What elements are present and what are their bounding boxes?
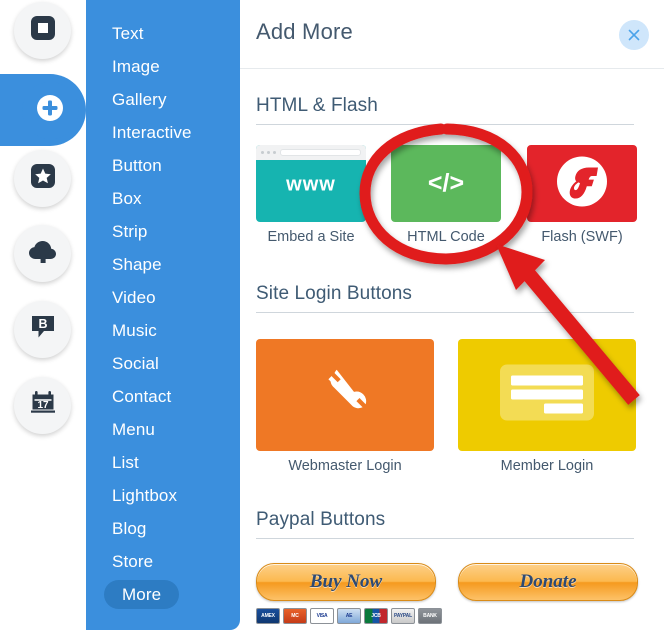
sidebar-item-store[interactable]: Store — [86, 545, 240, 578]
pages-icon — [28, 13, 58, 48]
header-divider — [240, 68, 664, 69]
section-divider — [256, 538, 634, 539]
rail-button-favorites[interactable] — [14, 150, 71, 207]
card-thumbnail — [458, 339, 636, 451]
sidebar-item-label: Shape — [112, 254, 162, 274]
sidebar-item-strip[interactable]: Strip — [86, 215, 240, 248]
sidebar-item-gallery[interactable]: Gallery — [86, 83, 240, 116]
flash-icon — [555, 154, 609, 213]
sidebar-item-label: Store — [112, 551, 154, 571]
sidebar-item-social[interactable]: Social — [86, 347, 240, 380]
card-thumbnail — [256, 339, 434, 451]
section-title-site-login-buttons: Site Login Buttons — [256, 283, 413, 304]
sidebar-item-button[interactable]: Button — [86, 149, 240, 182]
sidebar-item-lightbox[interactable]: Lightbox — [86, 479, 240, 512]
svg-text:B: B — [38, 317, 47, 331]
section-title-html-flash: HTML & Flash — [256, 95, 378, 116]
sidebar-item-label: Contact — [112, 386, 172, 406]
sidebar-item-label: Blog — [112, 518, 147, 538]
card-webmaster-login[interactable]: Webmaster Login — [256, 339, 434, 474]
login-form-icon — [500, 364, 594, 426]
section-divider — [256, 124, 634, 125]
sidebar-item-label: Strip — [112, 221, 148, 241]
paypal-donate-label: Donate — [519, 571, 577, 592]
panel-header: Add More — [240, 0, 664, 68]
page-title: Add More — [256, 19, 353, 44]
payment-methods-strip: AMEX MC VISA AE JCB PAYPAL BANK — [256, 608, 442, 624]
star-icon — [28, 161, 58, 196]
card-label: Member Login — [500, 458, 594, 474]
card-thumbnail — [527, 145, 637, 222]
rail-button-blog[interactable]: B — [14, 301, 71, 358]
mastercard-icon: MC — [283, 608, 307, 624]
card-label: Embed a Site — [267, 229, 355, 245]
rail-button-upload[interactable] — [14, 225, 71, 282]
sidebar-item-label: Box — [112, 188, 142, 208]
rail-button-events[interactable]: 17 — [14, 377, 71, 434]
section-title-paypal-buttons: Paypal Buttons — [256, 509, 386, 530]
calendar-icon: 17 — [28, 388, 58, 423]
category-sidebar: Text Image Gallery Interactive Button Bo… — [86, 0, 240, 630]
sidebar-item-label: Lightbox — [112, 485, 178, 505]
sidebar-item-label: List — [112, 452, 139, 472]
add-more-panel: Add More HTML & Flash www Embed a Site <… — [240, 0, 664, 630]
sidebar-item-menu[interactable]: Menu — [86, 413, 240, 446]
sidebar-item-contact[interactable]: Contact — [86, 380, 240, 413]
card-html-code[interactable]: </> HTML Code — [391, 145, 501, 245]
sidebar-item-music[interactable]: Music — [86, 314, 240, 347]
bank-icon: BANK — [418, 608, 442, 624]
sidebar-item-shape[interactable]: Shape — [86, 248, 240, 281]
sidebar-item-label: Image — [112, 56, 160, 76]
sidebar-item-image[interactable]: Image — [86, 50, 240, 83]
left-icon-rail: B 17 — [0, 0, 86, 630]
visa-icon: VISA — [310, 608, 334, 624]
wrench-icon — [314, 362, 376, 429]
card-label: Flash (SWF) — [541, 229, 623, 245]
paypal-donate-button[interactable]: Donate — [458, 563, 638, 601]
sidebar-item-interactive[interactable]: Interactive — [86, 116, 240, 149]
card-label: HTML Code — [407, 229, 485, 245]
paypal-buy-now-button[interactable]: Buy Now — [256, 563, 436, 601]
sidebar-item-list[interactable]: List — [86, 446, 240, 479]
section-divider — [256, 312, 634, 313]
paypal-card-icon: PAYPAL — [391, 608, 415, 624]
sidebar-item-video[interactable]: Video — [86, 281, 240, 314]
sidebar-item-label: Social — [112, 353, 159, 373]
sidebar-item-blog[interactable]: Blog — [86, 512, 240, 545]
close-button[interactable] — [619, 20, 649, 50]
sidebar-item-text[interactable]: Text — [86, 17, 240, 50]
sidebar-item-more[interactable]: More — [86, 578, 240, 611]
card-member-login[interactable]: Member Login — [458, 339, 636, 474]
amex-card-icon: AMEX — [256, 608, 280, 624]
jcb-card-icon: JCB — [364, 608, 388, 624]
sidebar-item-label: Menu — [112, 419, 155, 439]
sidebar-item-label: Music — [112, 320, 157, 340]
code-glyph: </> — [427, 168, 465, 197]
card-thumbnail: www — [256, 145, 366, 222]
rail-button-pages[interactable] — [14, 2, 71, 59]
sidebar-item-label: Gallery — [112, 89, 167, 109]
rail-button-add[interactable] — [0, 74, 86, 146]
sidebar-item-label: Interactive — [112, 122, 192, 142]
card-embed-a-site[interactable]: www Embed a Site — [256, 145, 366, 245]
sidebar-item-label: Video — [112, 287, 156, 307]
add-icon — [35, 93, 65, 128]
sidebar-item-box[interactable]: Box — [86, 182, 240, 215]
sidebar-item-label: Button — [112, 155, 162, 175]
amex-blue-card-icon: AE — [337, 608, 361, 624]
paypal-buy-now-label: Buy Now — [309, 571, 383, 592]
blog-bubble-icon: B — [28, 312, 58, 347]
sidebar-item-label: More — [122, 584, 162, 604]
card-flash-swf[interactable]: Flash (SWF) — [527, 145, 637, 245]
card-label: Webmaster Login — [288, 458, 402, 474]
sidebar-item-label: Text — [112, 23, 144, 43]
cloud-upload-icon — [27, 236, 59, 271]
svg-text:17: 17 — [37, 400, 49, 411]
close-icon — [627, 28, 641, 42]
browser-chrome-icon — [256, 145, 366, 160]
card-thumbnail: </> — [391, 145, 501, 222]
www-glyph: www — [286, 173, 336, 196]
